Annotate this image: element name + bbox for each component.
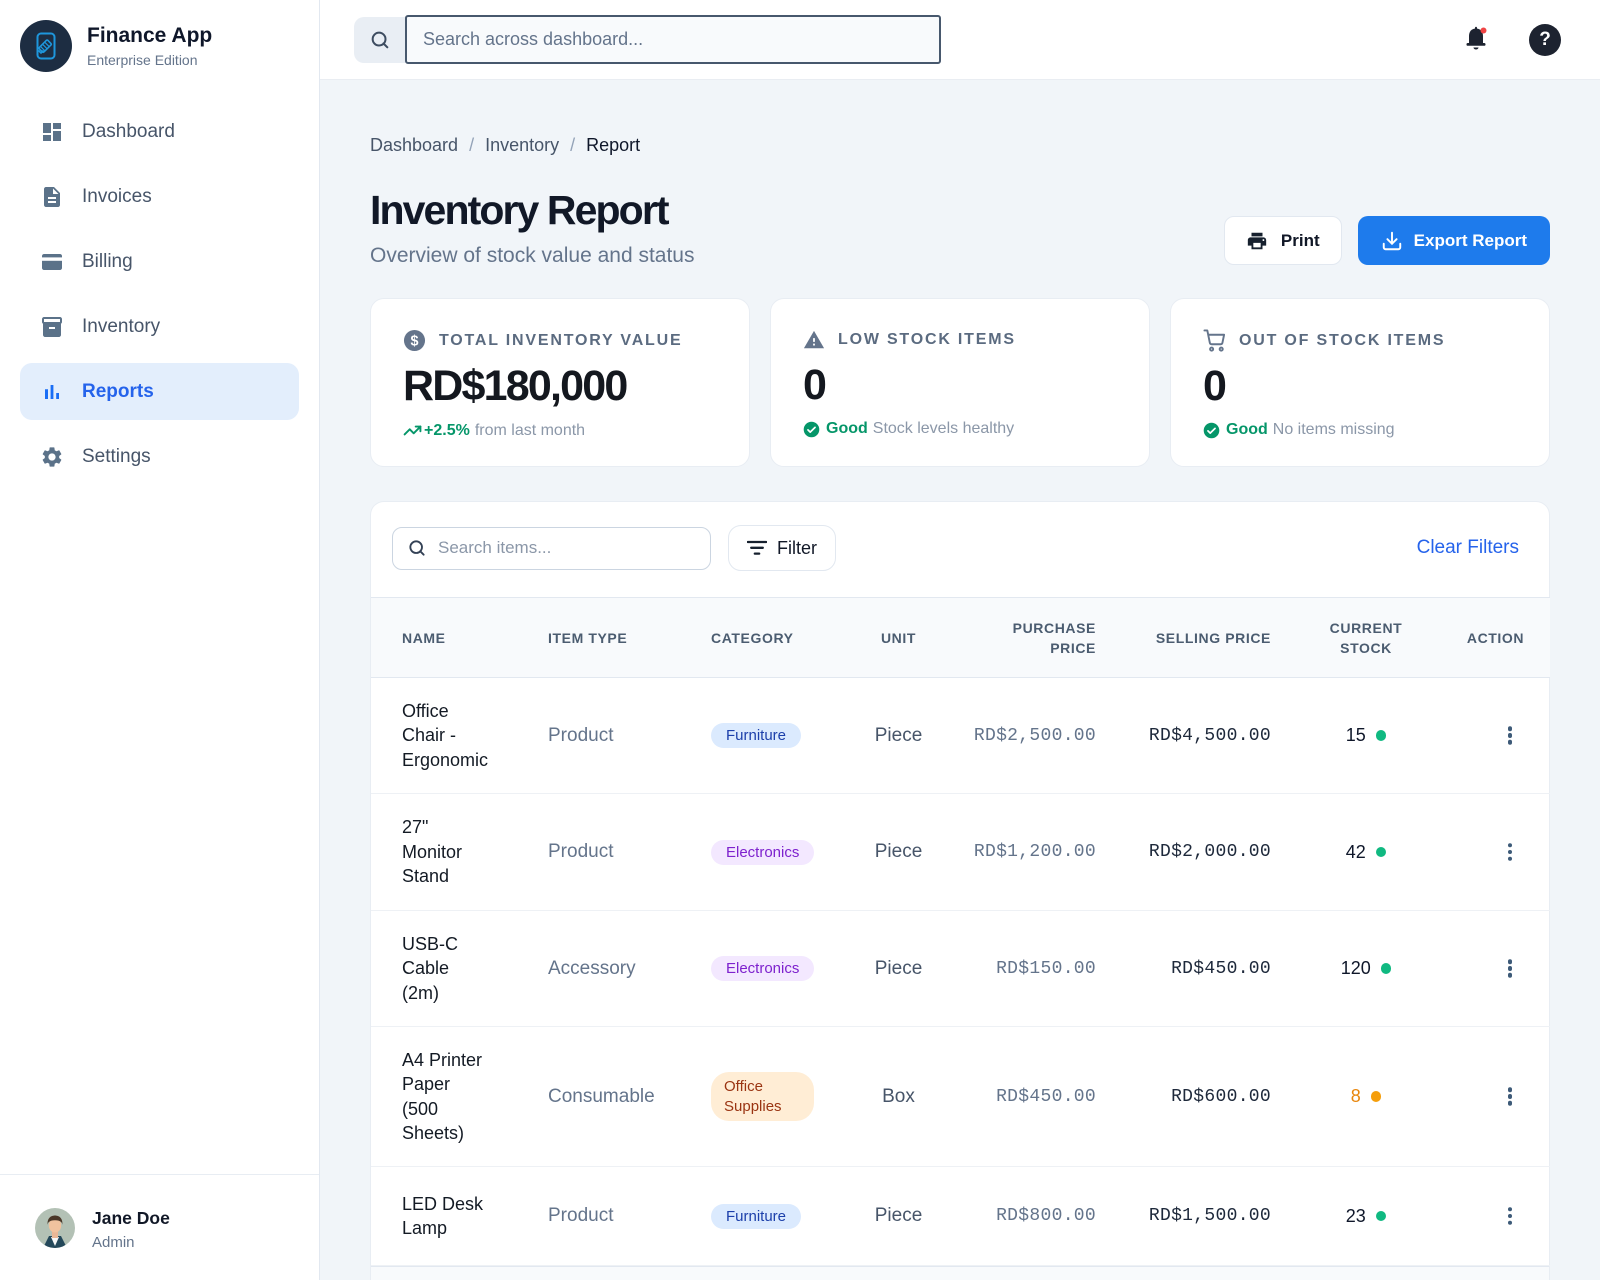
svg-text:$: $	[411, 333, 419, 349]
